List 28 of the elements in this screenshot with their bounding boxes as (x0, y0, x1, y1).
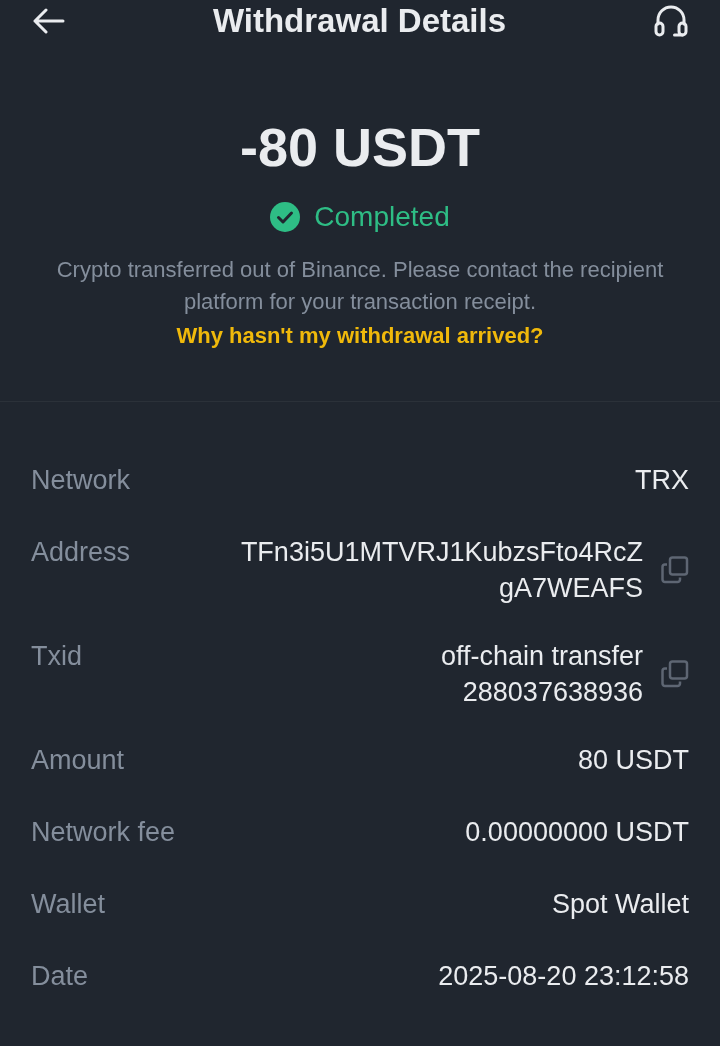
detail-label: Txid (31, 640, 82, 673)
detail-label: Address (31, 536, 131, 569)
copy-icon (661, 660, 689, 688)
detail-label: Amount (31, 744, 125, 777)
support-button[interactable] (654, 5, 688, 37)
detail-value: TFn3i5U1MTVRJ1KubzsFto4RcZ gA7WEAFS (240, 536, 643, 605)
help-link[interactable]: Why hasn't my withdrawal arrived? (176, 320, 544, 352)
copy-button[interactable] (661, 556, 689, 584)
detail-value: 2025-08-20 23:12:58 (438, 960, 689, 993)
detail-label: Date (31, 960, 89, 993)
withdrawal-amount: -80 USDT (239, 117, 480, 177)
status-label: Completed (314, 200, 450, 234)
check-circle-icon (270, 202, 301, 232)
copy-button[interactable] (661, 660, 689, 688)
detail-value: off-chain transfer 288037638936 (440, 640, 643, 709)
detail-label: Network (31, 464, 131, 497)
headset-icon (654, 5, 688, 37)
detail-value: 80 USDT (577, 744, 689, 777)
detail-value: TRX (635, 464, 689, 497)
copy-icon (661, 556, 689, 584)
detail-label: Wallet (31, 888, 105, 921)
transfer-note: Crypto transferred out of Binance. Please contact the recipient platform for your transaction receipt. (55, 256, 665, 316)
back-arrow-icon (33, 8, 65, 34)
back-button[interactable] (33, 8, 65, 34)
detail-value: 0.00000000 USDT (465, 816, 689, 849)
page-title: Withdrawal Details (212, 1, 507, 41)
detail-label: Network fee (31, 816, 176, 849)
detail-value: Spot Wallet (551, 888, 689, 921)
